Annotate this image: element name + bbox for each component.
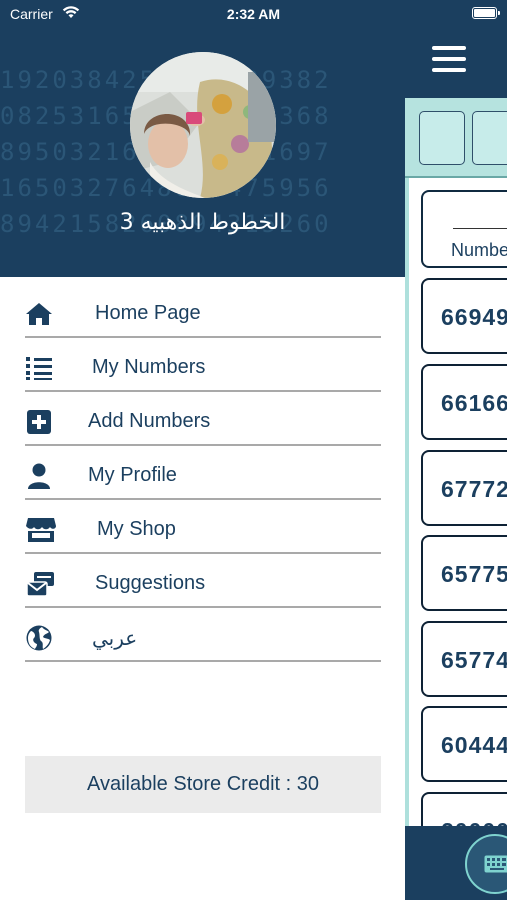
drawer-header: 1920384256174809382 0825316542087241368 …: [0, 0, 405, 277]
divider: [25, 336, 381, 338]
filter-tabs: [405, 98, 507, 178]
keyboard-icon: [484, 855, 507, 873]
numbers-header-label: Numbe: [451, 240, 507, 260]
add-icon: [25, 408, 53, 436]
number-card[interactable]: 20000: [421, 792, 507, 826]
hamburger-menu-icon[interactable]: [432, 46, 466, 76]
divider: [25, 444, 381, 446]
suggestions-icon: [25, 570, 54, 598]
main-screen: Numbe 66949 66166 67772 65775 65774 6044…: [405, 0, 507, 900]
bottom-bar: [405, 826, 507, 900]
menu-item-my-profile[interactable]: My Profile: [0, 449, 405, 503]
keyboard-button[interactable]: [465, 834, 507, 894]
menu-item-label: My Profile: [88, 464, 177, 486]
number-card[interactable]: 65774: [421, 621, 507, 697]
shop-icon: [25, 516, 56, 544]
numbers-list: Numbe 66949 66166 67772 65775 65774 6044…: [405, 178, 507, 826]
status-bar: Carrier 2:32 AM: [0, 0, 507, 28]
numbers-panel: Numbe 66949 66166 67772 65775 65774 6044…: [405, 98, 507, 826]
menu-item-my-numbers[interactable]: My Numbers: [0, 341, 405, 395]
store-credit-box: Available Store Credit : 30: [25, 756, 381, 813]
user-icon: [25, 462, 53, 490]
menu-item-label: Home Page: [95, 302, 201, 324]
avatar[interactable]: [130, 52, 276, 198]
drawer-menu: Home Page My Numbers Add Numbers My Prof…: [0, 287, 405, 665]
number-card[interactable]: 67772: [421, 450, 507, 526]
globe-icon: [25, 624, 53, 652]
battery-icon: [472, 7, 500, 19]
list-icon: [25, 354, 53, 382]
profile-name: الخطوط الذهبيه 3: [119, 210, 286, 235]
number-card[interactable]: 60444: [421, 706, 507, 782]
profile-photo-icon: [130, 52, 276, 198]
menu-item-label: عربي: [92, 626, 138, 650]
menu-item-label: Suggestions: [95, 572, 206, 594]
divider: [25, 606, 381, 608]
menu-item-label: Add Numbers: [88, 410, 211, 432]
side-drawer: 1920384256174809382 0825316542087241368 …: [0, 0, 405, 900]
menu-item-language[interactable]: عربي: [0, 611, 405, 665]
divider: [25, 552, 381, 554]
menu-item-my-shop[interactable]: My Shop: [0, 503, 405, 557]
divider: [25, 498, 381, 500]
menu-item-suggestions[interactable]: Suggestions: [0, 557, 405, 611]
menu-item-home[interactable]: Home Page: [0, 287, 405, 341]
menu-item-label: My Numbers: [92, 356, 206, 378]
number-card[interactable]: 66166: [421, 364, 507, 440]
clock: 2:32 AM: [226, 6, 281, 22]
numbers-header: Numbe: [421, 190, 507, 268]
number-card[interactable]: 66949: [421, 278, 507, 354]
divider: [25, 660, 381, 662]
filter-tab[interactable]: [472, 111, 507, 165]
divider: [25, 390, 381, 392]
number-card[interactable]: 65775: [421, 535, 507, 611]
home-icon: [25, 300, 53, 328]
filter-tab[interactable]: [419, 111, 465, 165]
menu-item-label: My Shop: [97, 518, 176, 540]
menu-item-add-numbers[interactable]: Add Numbers: [0, 395, 405, 449]
